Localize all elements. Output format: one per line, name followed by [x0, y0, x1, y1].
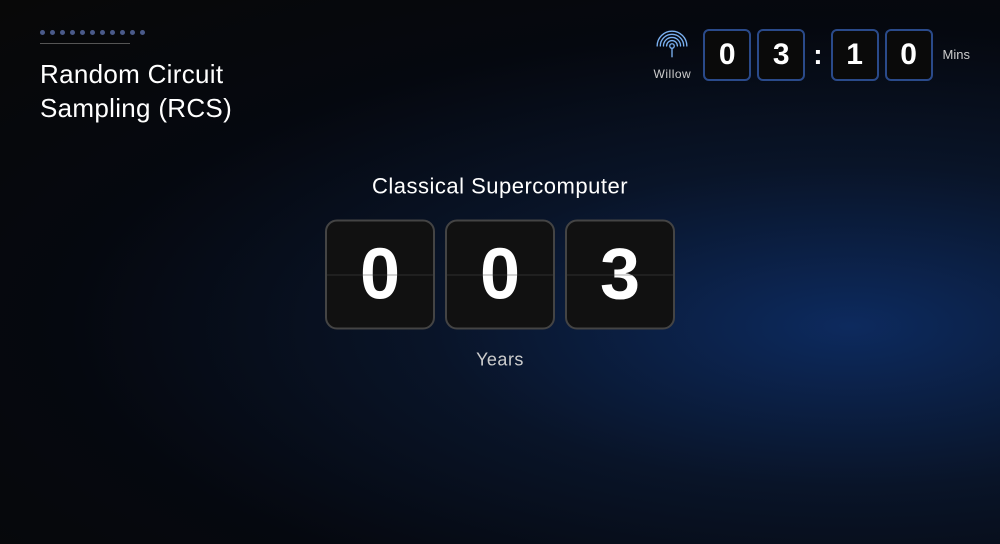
top-left-section: Random Circuit Sampling (RCS)	[40, 30, 232, 126]
main-content: Random Circuit Sampling (RCS) Willow 0 3	[0, 0, 1000, 544]
willow-logo: Willow	[654, 28, 692, 81]
willow-fingerprint-icon	[654, 28, 690, 64]
dot-7	[100, 30, 105, 35]
title-line2: Sampling (RCS)	[40, 93, 232, 123]
timer-digit-2: 1	[831, 29, 879, 81]
flip-digit-0: 0	[360, 239, 400, 311]
flip-digit-1: 0	[480, 239, 520, 311]
timer-display: 0 3 : 1 0 Mins	[703, 29, 970, 81]
dot-4	[70, 30, 75, 35]
page-title: Random Circuit Sampling (RCS)	[40, 58, 232, 126]
title-line1: Random Circuit	[40, 59, 223, 89]
decorative-dots	[40, 30, 232, 35]
dot-5	[80, 30, 85, 35]
top-left-divider	[40, 43, 130, 44]
dot-1	[40, 30, 45, 35]
timer-digit-3: 0	[885, 29, 933, 81]
center-section: Classical Supercomputer 0 0 3 Years	[325, 174, 675, 371]
center-subtitle: Classical Supercomputer	[372, 174, 628, 200]
flip-digit-box-0: 0	[325, 220, 435, 330]
top-right-section: Willow 0 3 : 1 0 Mins	[654, 28, 970, 81]
flip-digits-row: 0 0 3	[325, 220, 675, 330]
timer-colon: :	[813, 39, 822, 71]
willow-label: Willow	[654, 67, 692, 81]
timer-digit-0: 0	[703, 29, 751, 81]
timer-unit-label: Mins	[943, 47, 970, 62]
flip-digit-box-2: 3	[565, 220, 675, 330]
dot-8	[110, 30, 115, 35]
dot-10	[130, 30, 135, 35]
dot-3	[60, 30, 65, 35]
dot-11	[140, 30, 145, 35]
dot-9	[120, 30, 125, 35]
center-unit-label: Years	[476, 350, 524, 371]
dot-6	[90, 30, 95, 35]
timer-digit-1: 3	[757, 29, 805, 81]
dot-2	[50, 30, 55, 35]
flip-digit-2: 3	[600, 239, 640, 311]
flip-digit-box-1: 0	[445, 220, 555, 330]
